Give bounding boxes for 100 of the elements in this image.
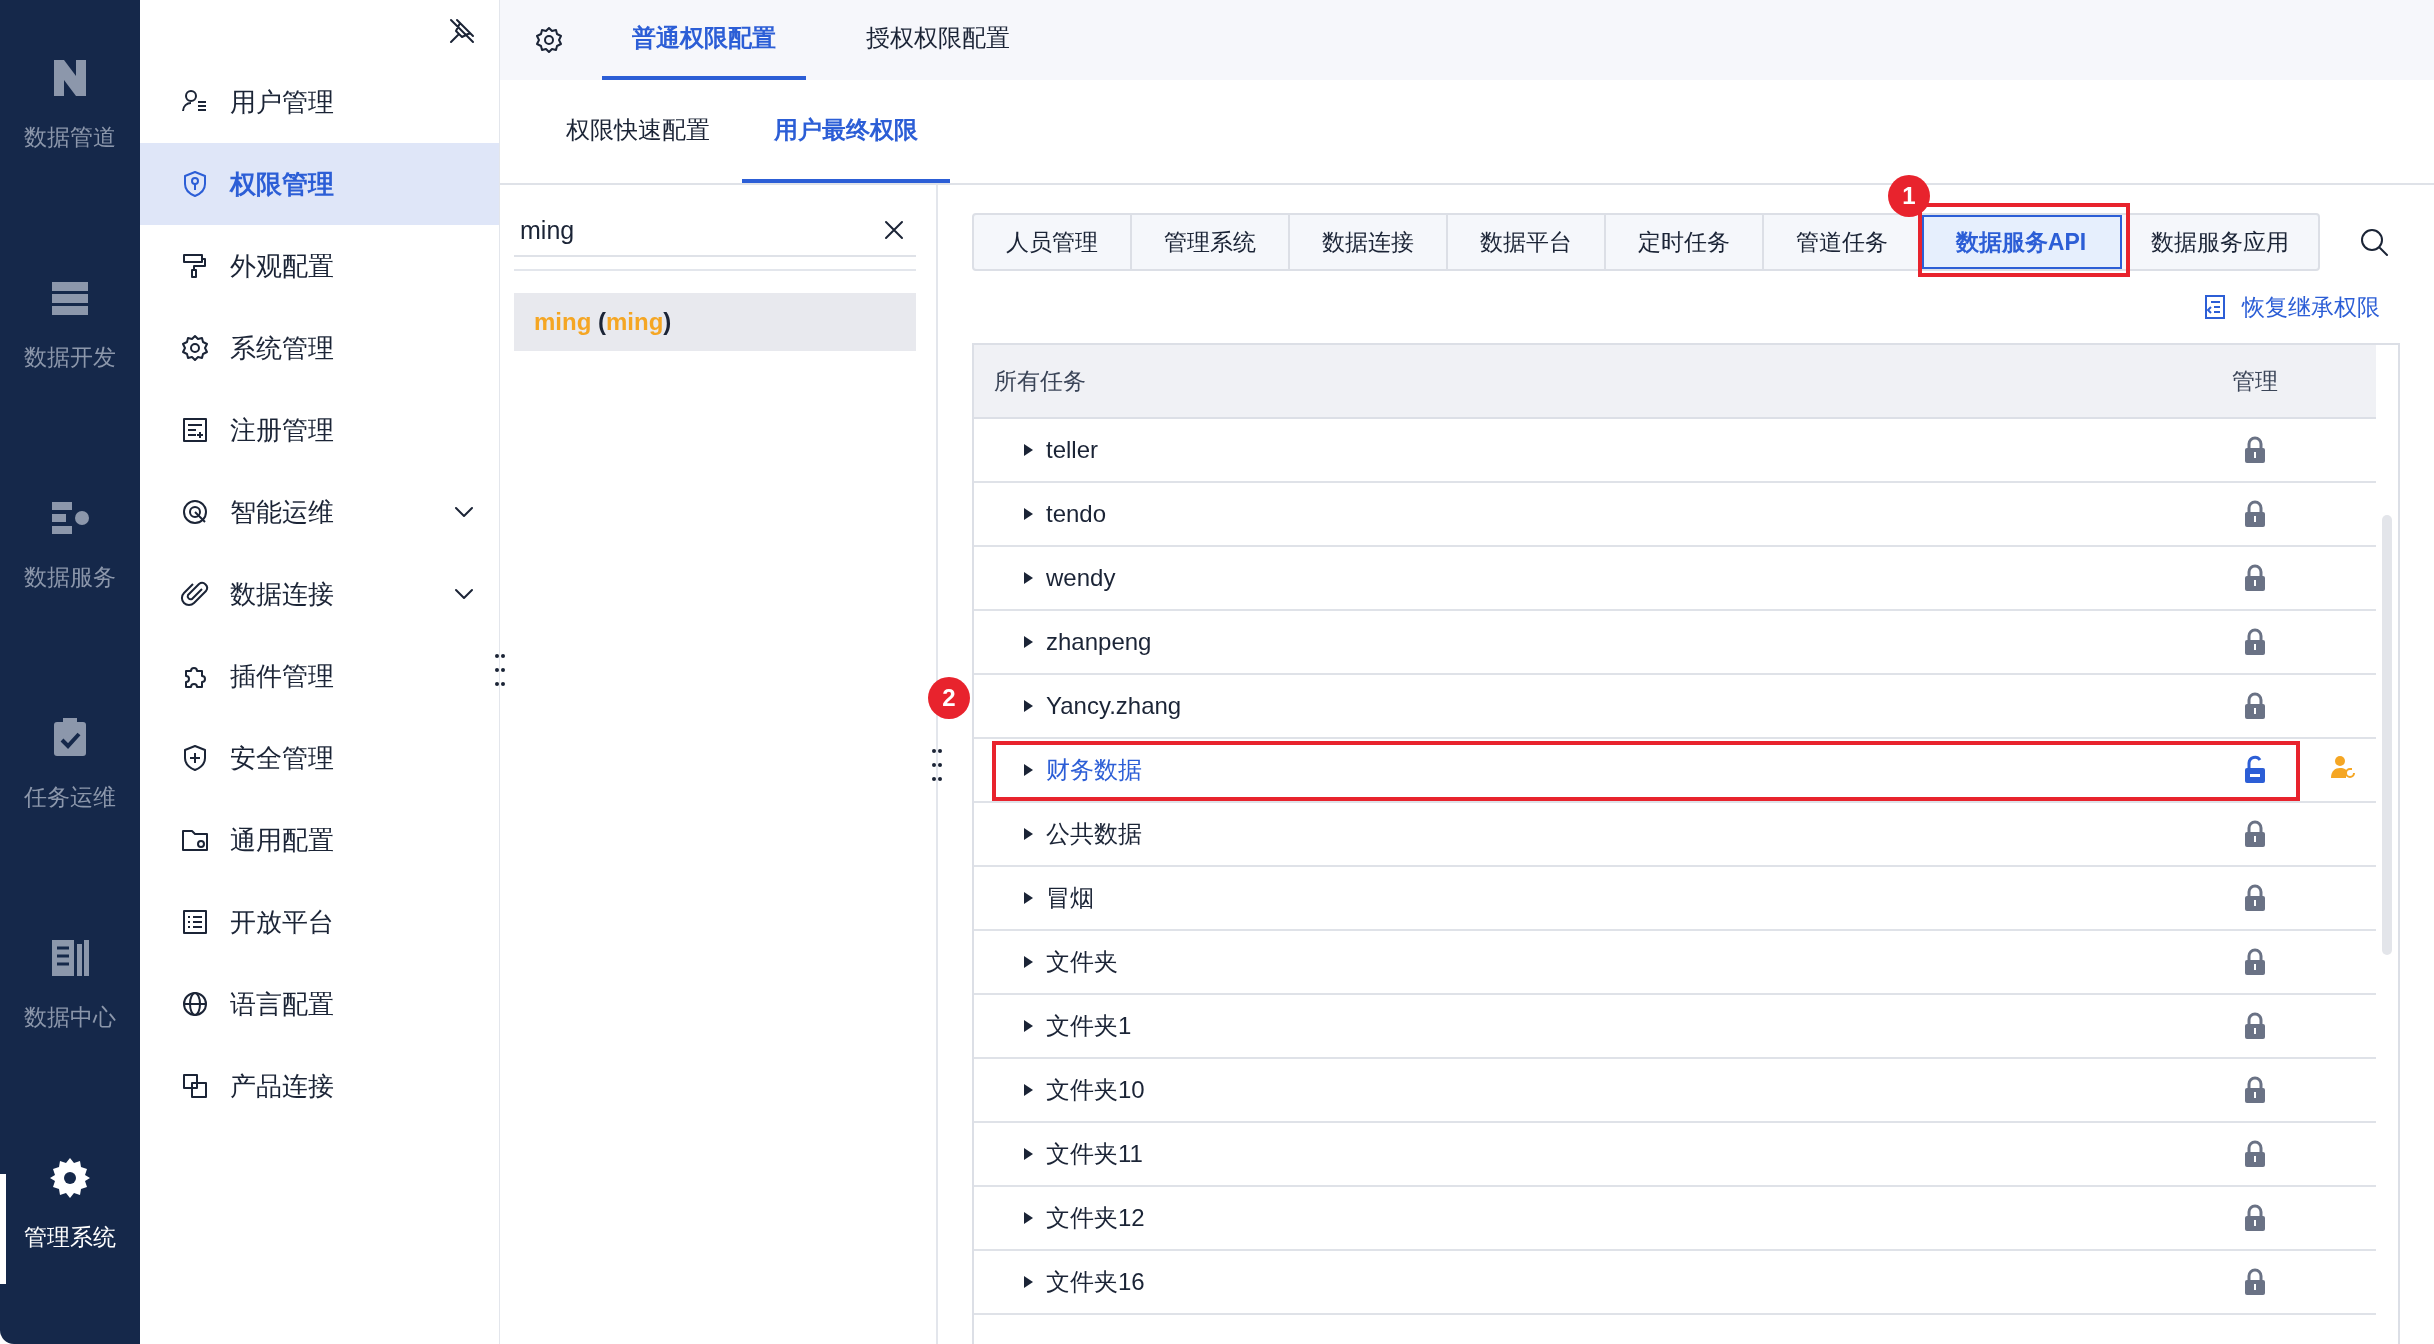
lock-icon[interactable]	[2242, 691, 2268, 721]
column-header: 所有任务	[993, 366, 1087, 396]
lock-icon[interactable]	[2242, 883, 2268, 913]
tab[interactable]: 人员管理	[974, 215, 1132, 269]
caret-icon[interactable]	[1022, 827, 1034, 841]
row-name: tendo	[1046, 500, 1107, 528]
lock-icon[interactable]	[2242, 1011, 2268, 1041]
table-row[interactable]: 文件夹12	[974, 1187, 2376, 1251]
caret-icon[interactable]	[1022, 763, 1034, 777]
row-name: 财务数据	[1046, 755, 1142, 785]
globe-icon	[180, 989, 210, 1019]
caret-icon[interactable]	[1022, 507, 1034, 521]
caret-icon[interactable]	[1022, 891, 1034, 905]
drag-handle-icon[interactable]	[932, 748, 942, 782]
scrollbar[interactable]	[2382, 515, 2392, 955]
rail-item[interactable]: 数据中心	[0, 900, 140, 1120]
table-row[interactable]: 文件夹1	[974, 995, 2376, 1059]
settings-icon	[48, 1156, 92, 1200]
lock-icon[interactable]	[2242, 947, 2268, 977]
unlocked-icon[interactable]	[2242, 755, 2268, 785]
row-name: 文件夹16	[1046, 1267, 1145, 1297]
caret-icon[interactable]	[1022, 1147, 1034, 1161]
row-name: 文件夹1	[1046, 1011, 1132, 1041]
table-row[interactable]: 文件夹11	[974, 1123, 2376, 1187]
lock-icon[interactable]	[2242, 1203, 2268, 1233]
table-row[interactable]: 文件夹16	[974, 1251, 2376, 1315]
rail-item[interactable]: 数据开发	[0, 240, 140, 460]
table-row[interactable]: 冒烟	[974, 867, 2376, 931]
tab[interactable]: 数据平台	[1448, 215, 1606, 269]
lock-icon[interactable]	[2242, 563, 2268, 593]
radar-icon	[180, 497, 210, 527]
table-row[interactable]: 文件夹	[974, 931, 2376, 995]
table-row[interactable]: 公共数据	[974, 803, 2376, 867]
menu-item[interactable]: 插件管理	[140, 635, 499, 717]
squares-icon	[180, 1071, 210, 1101]
drag-handle-icon[interactable]	[495, 653, 505, 687]
tab[interactable]: 权限快速配置	[534, 80, 742, 183]
table-row[interactable]: wendy	[974, 547, 2376, 611]
lock-icon[interactable]	[2242, 1139, 2268, 1169]
menu-item[interactable]: 安全管理	[140, 717, 499, 799]
caret-icon[interactable]	[1022, 1275, 1034, 1289]
menu-item[interactable]: 产品连接	[140, 1045, 499, 1127]
list-icon	[180, 907, 210, 937]
search-field[interactable]: ming	[520, 210, 882, 250]
paperclip-icon	[180, 579, 210, 609]
lock-icon[interactable]	[2242, 499, 2268, 529]
row-name: 文件夹12	[1046, 1203, 1145, 1233]
menu-item[interactable]: 语言配置	[140, 963, 499, 1045]
caret-icon[interactable]	[1022, 635, 1034, 649]
table-row[interactable]: tendo	[974, 483, 2376, 547]
row-name: teller	[1046, 436, 1099, 464]
row-name: zhanpeng	[1046, 628, 1152, 656]
rail-item[interactable]: 数据管道	[0, 20, 140, 240]
table-row[interactable]: Yancy.zhang	[974, 675, 2376, 739]
menu-item[interactable]: 用户管理	[140, 61, 499, 143]
table-row[interactable]: 财务数据	[974, 739, 2376, 803]
caret-icon[interactable]	[1022, 1019, 1034, 1033]
document-icon	[2202, 294, 2228, 320]
search-icon[interactable]	[2358, 226, 2390, 258]
rail-item[interactable]: 任务运维	[0, 680, 140, 900]
row-name: 冒烟	[1046, 883, 1094, 913]
menu-item[interactable]: 开放平台	[140, 881, 499, 963]
menu-item[interactable]: 系统管理	[140, 307, 499, 389]
column-header: 管理	[2231, 366, 2279, 396]
menu-item[interactable]: 权限管理	[140, 143, 499, 225]
menu-item[interactable]: 智能运维	[140, 471, 499, 553]
lock-icon[interactable]	[2242, 627, 2268, 657]
menu-item[interactable]: 通用配置	[140, 799, 499, 881]
lock-icon[interactable]	[2242, 435, 2268, 465]
menu-item[interactable]: 外观配置	[140, 225, 499, 307]
table-row[interactable]: teller	[974, 419, 2376, 483]
close-icon[interactable]	[882, 218, 906, 242]
tab[interactable]: 普通权限配置	[602, 0, 806, 80]
caret-icon[interactable]	[1022, 1083, 1034, 1097]
tab[interactable]: 用户最终权限	[742, 80, 950, 183]
rail-item[interactable]: 管理系统	[0, 1120, 140, 1340]
caret-icon[interactable]	[1022, 1211, 1034, 1225]
menu-item[interactable]: 数据连接	[140, 553, 499, 635]
user-list-item[interactable]: ming (ming)	[514, 293, 916, 351]
tab[interactable]: 数据服务API	[1922, 215, 2122, 269]
lock-icon[interactable]	[2242, 1075, 2268, 1105]
tab[interactable]: 管理系统	[1132, 215, 1290, 269]
tab[interactable]: 数据服务应用	[2122, 215, 2318, 269]
settings-icon[interactable]	[534, 25, 564, 55]
table-row[interactable]: 文件夹10	[974, 1059, 2376, 1123]
tab[interactable]: 定时任务	[1606, 215, 1764, 269]
tab[interactable]: 数据连接	[1290, 215, 1448, 269]
restore-link[interactable]: 恢复继承权限	[2202, 291, 2380, 323]
caret-icon[interactable]	[1022, 955, 1034, 969]
menu-item[interactable]: 注册管理	[140, 389, 499, 471]
rail-item[interactable]: 数据服务	[0, 460, 140, 680]
row-name: 文件夹11	[1046, 1139, 1143, 1169]
lock-icon[interactable]	[2242, 1267, 2268, 1297]
table-row[interactable]: zhanpeng	[974, 611, 2376, 675]
caret-icon[interactable]	[1022, 443, 1034, 457]
caret-icon[interactable]	[1022, 571, 1034, 585]
row-name: 文件夹	[1046, 947, 1118, 977]
caret-icon[interactable]	[1022, 699, 1034, 713]
tab[interactable]: 授权权限配置	[836, 0, 1040, 80]
lock-icon[interactable]	[2242, 819, 2268, 849]
